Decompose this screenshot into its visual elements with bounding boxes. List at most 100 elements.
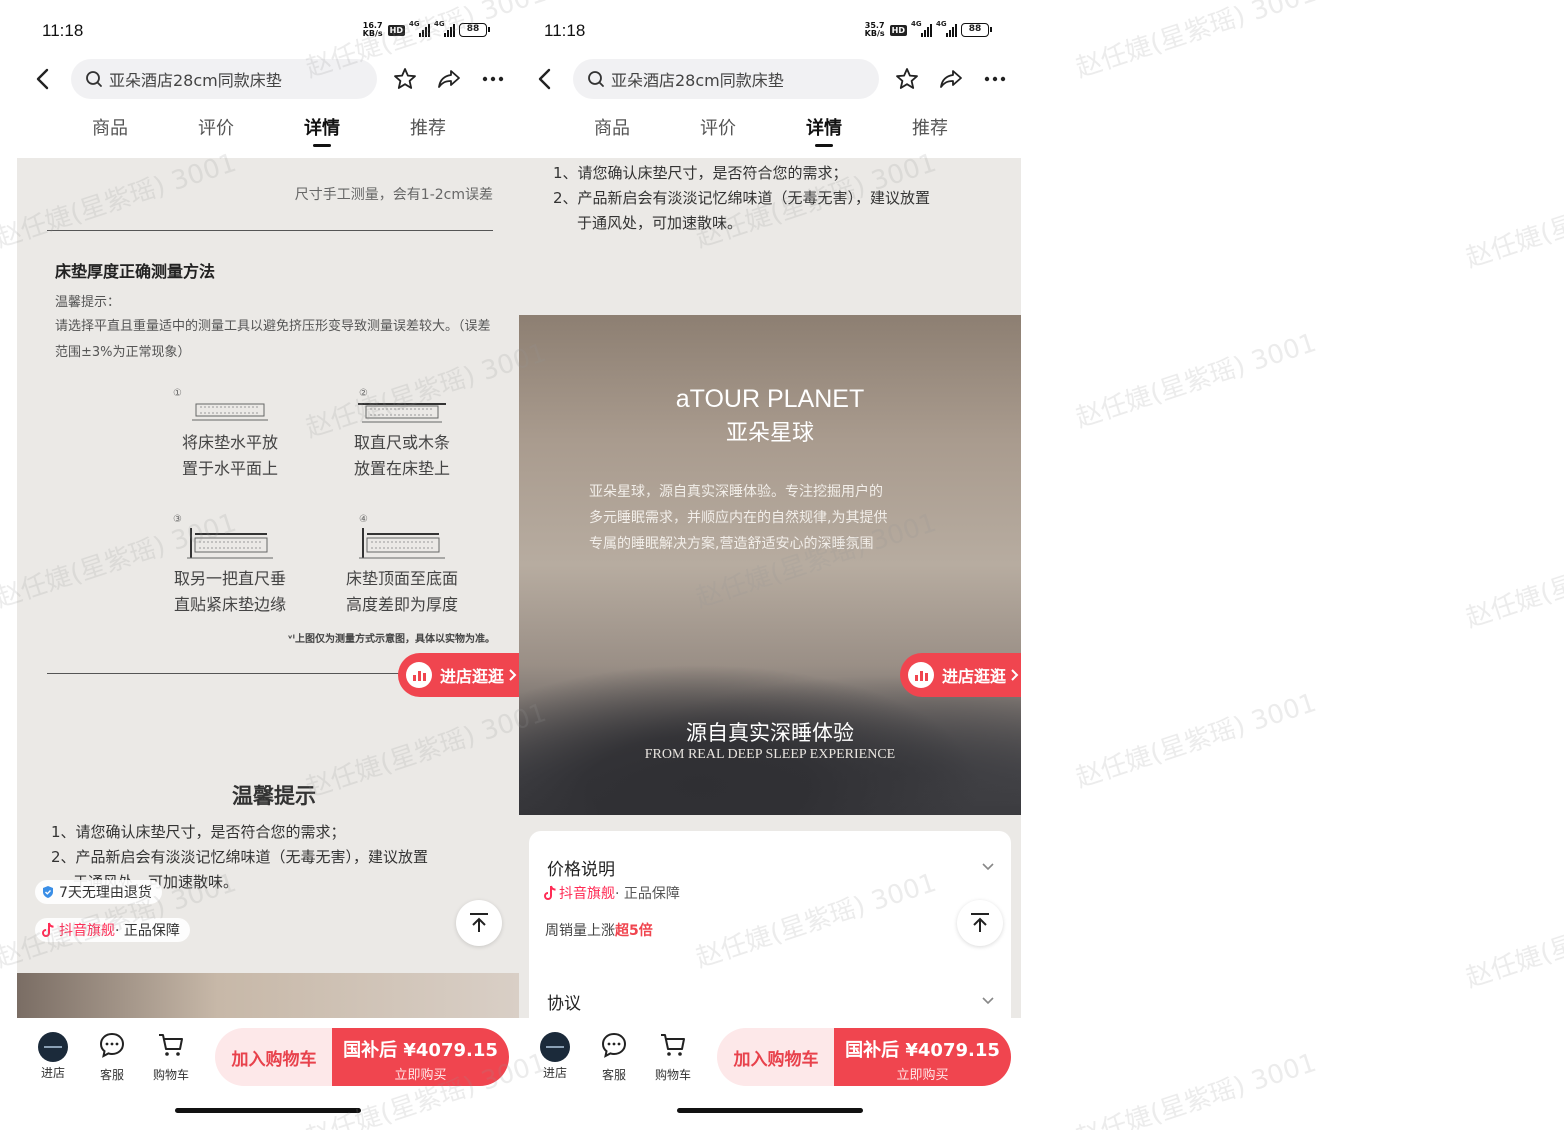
- more-icon[interactable]: [480, 66, 506, 92]
- tab-recommend[interactable]: 推荐: [398, 114, 458, 140]
- mattress-vertical-ruler-icon: [187, 528, 273, 559]
- chevron-down-icon[interactable]: [981, 993, 995, 1007]
- scroll-to-top-button[interactable]: [957, 900, 1003, 946]
- buy-now-button[interactable]: 国补后 ¥4079.15 立即购买: [332, 1028, 509, 1086]
- tip-label: 温馨提示：: [55, 295, 121, 310]
- tab-reviews[interactable]: 评价: [688, 114, 748, 140]
- price-section-title[interactable]: 价格说明: [547, 855, 615, 880]
- search-query: 亚朵酒店28cm同款床垫: [109, 71, 282, 90]
- watermark: 赵任婕(星紫瑶) 3001: [1072, 327, 1321, 434]
- scroll-to-top-button[interactable]: [456, 900, 502, 946]
- buy-now-label: 立即购买: [896, 1068, 949, 1083]
- price-info-card: 价格说明 抖音旗舰 · 正品保障 周销量上涨超5倍 协议: [529, 831, 1011, 1018]
- share-icon[interactable]: [436, 66, 462, 92]
- customer-service[interactable]: 客服: [90, 1030, 134, 1083]
- star-icon[interactable]: [392, 66, 418, 92]
- top-bar: 亚朵酒店28cm同款床垫: [519, 58, 1021, 100]
- hd-badge: HD: [889, 24, 907, 36]
- back-arrow-icon[interactable]: [31, 66, 57, 92]
- brand-slogan-en: FROM REAL DEEP SLEEP EXPERIENCE: [644, 747, 896, 762]
- brand-description-line: 多元睡眠需求，并顺应内在的自然规律,为其提供: [589, 510, 888, 526]
- shopping-cart[interactable]: 购物车: [149, 1030, 193, 1083]
- brand-description-line: 专属的睡眠解决方案,营造舒适安心的深睡氛围: [589, 536, 874, 552]
- detail-content[interactable]: 1、请您确认床垫尺寸，是否符合您的需求； 2、产品新启会有淡淡记忆绵味道（无毒无…: [519, 158, 1021, 1018]
- tab-active-indicator: [313, 144, 331, 147]
- tab-recommend[interactable]: 推荐: [900, 114, 960, 140]
- divider: [47, 673, 399, 674]
- phone-screen-right: 11:18 35.7 KB/s HD 4G 4G 88 亚朵酒店28cm同款床垫…: [519, 0, 1021, 1130]
- search-query: 亚朵酒店28cm同款床垫: [611, 71, 784, 90]
- search-icon: [86, 71, 102, 87]
- signal-icon: 4G: [409, 20, 430, 37]
- tab-product[interactable]: 商品: [80, 114, 140, 140]
- store-entry[interactable]: 进店: [31, 1030, 75, 1081]
- search-input[interactable]: 亚朵酒店28cm同款床垫: [71, 59, 377, 99]
- back-arrow-icon[interactable]: [533, 66, 559, 92]
- arrow-up-icon: [470, 913, 488, 932]
- customer-service[interactable]: 客服: [592, 1030, 636, 1083]
- tip-line: 2、产品新启会有淡淡记忆绵味道（无毒无害），建议放置: [51, 848, 429, 866]
- watermark: 赵任婕(星紫瑶) 3001: [1072, 1047, 1321, 1130]
- arrow-up-icon: [971, 913, 989, 932]
- measure-step-4: ④ 床垫顶面至底面 高度差即为厚度: [345, 514, 458, 614]
- mattress-flat-icon: [192, 403, 268, 421]
- cart-icon: [661, 1034, 685, 1056]
- tab-details[interactable]: 详情: [794, 114, 854, 140]
- status-bar: 11:18 35.7 KB/s HD 4G 4G 88: [519, 0, 1021, 60]
- visit-store-button[interactable]: 进店逛逛: [398, 653, 519, 697]
- store-avatar: [540, 1032, 570, 1062]
- signal-icon: 4G: [911, 20, 932, 37]
- visit-store-button[interactable]: 进店逛逛: [900, 653, 1021, 697]
- watermark: 赵任婕(星紫瑶) 3001: [1462, 528, 1564, 634]
- home-indicator[interactable]: [175, 1108, 361, 1113]
- bottom-action-bar: 进店 客服 购物车 加入购物车 国补后 ¥4079.15 立即购买: [519, 1018, 1021, 1130]
- agreement-title[interactable]: 协议: [547, 989, 581, 1014]
- share-icon[interactable]: [938, 66, 964, 92]
- weekly-sales-info: 周销量上涨超5倍: [545, 923, 653, 939]
- measure-step-2: ② 取直尺或木条 放置在床垫上: [353, 388, 450, 478]
- shield-check-icon: [43, 886, 53, 898]
- tab-reviews[interactable]: 评价: [186, 114, 246, 140]
- buy-now-button[interactable]: 国补后 ¥4079.15 立即购买: [834, 1028, 1011, 1086]
- return-policy-badge: 7天无理由退货: [35, 880, 162, 904]
- status-time: 11:18: [42, 21, 84, 40]
- brand-guarantee: 抖音旗舰 · 正品保障: [543, 883, 680, 903]
- shopping-cart[interactable]: 购物车: [651, 1030, 695, 1083]
- douyin-logo-icon: [544, 885, 556, 900]
- battery-icon: 88: [459, 23, 490, 37]
- add-to-cart-button[interactable]: 加入购物车: [717, 1028, 835, 1086]
- bottom-action-bar: 进店 客服 购物车 加入购物车 国补后 ¥4079.15 立即购买: [17, 1018, 519, 1130]
- chat-bubble-icon: [601, 1032, 627, 1058]
- chat-bubble-icon: [99, 1032, 125, 1058]
- watermark: 赵任婕(星紫瑶) 3001: [1072, 687, 1321, 794]
- phone-screen-left: 11:18 16.7 KB/s HD 4G 4G 88 亚朵酒店28cm同款床垫…: [17, 0, 519, 1130]
- brand-logo-cn: 亚朵星球: [725, 421, 814, 446]
- star-icon[interactable]: [894, 66, 920, 92]
- search-icon: [588, 71, 604, 87]
- divider: [47, 230, 493, 231]
- tip-text: 请选择平直且重量适中的测量工具以避免挤压形变导致测量误差较大。（误差范围±3%为…: [55, 319, 491, 360]
- status-indicators: 35.7 KB/s HD 4G 4G 88: [864, 20, 992, 38]
- tips-title: 温馨提示: [232, 784, 316, 808]
- chevron-right-icon: [509, 669, 517, 681]
- add-to-cart-button[interactable]: 加入购物车: [215, 1028, 333, 1086]
- tab-product[interactable]: 商品: [582, 114, 642, 140]
- store-avatar: [38, 1032, 68, 1062]
- measure-step-3: ③ 取另一把直尺垂 直贴紧床垫边缘: [173, 514, 286, 614]
- search-input[interactable]: 亚朵酒店28cm同款床垫: [573, 59, 879, 99]
- more-icon[interactable]: [982, 66, 1008, 92]
- top-bar: 亚朵酒店28cm同款床垫: [17, 58, 519, 100]
- size-note: 尺寸手工测量，会有1-2cm误差: [294, 187, 493, 203]
- tab-bar: 商品 评价 详情 推荐: [17, 114, 519, 154]
- douyin-logo-icon: [42, 922, 54, 937]
- tab-details[interactable]: 详情: [292, 114, 352, 140]
- status-time: 11:18: [544, 21, 586, 40]
- store-logo-icon: [406, 662, 432, 688]
- detail-content[interactable]: 尺寸手工测量，会有1-2cm误差 床垫厚度正确测量方法 温馨提示： 请选择平直且…: [17, 158, 519, 1018]
- chevron-down-icon[interactable]: [981, 859, 995, 873]
- battery-icon: 88: [961, 23, 992, 37]
- chevron-right-icon: [1011, 669, 1019, 681]
- home-indicator[interactable]: [677, 1108, 863, 1113]
- store-entry[interactable]: 进店: [533, 1030, 577, 1081]
- cart-icon: [159, 1034, 183, 1056]
